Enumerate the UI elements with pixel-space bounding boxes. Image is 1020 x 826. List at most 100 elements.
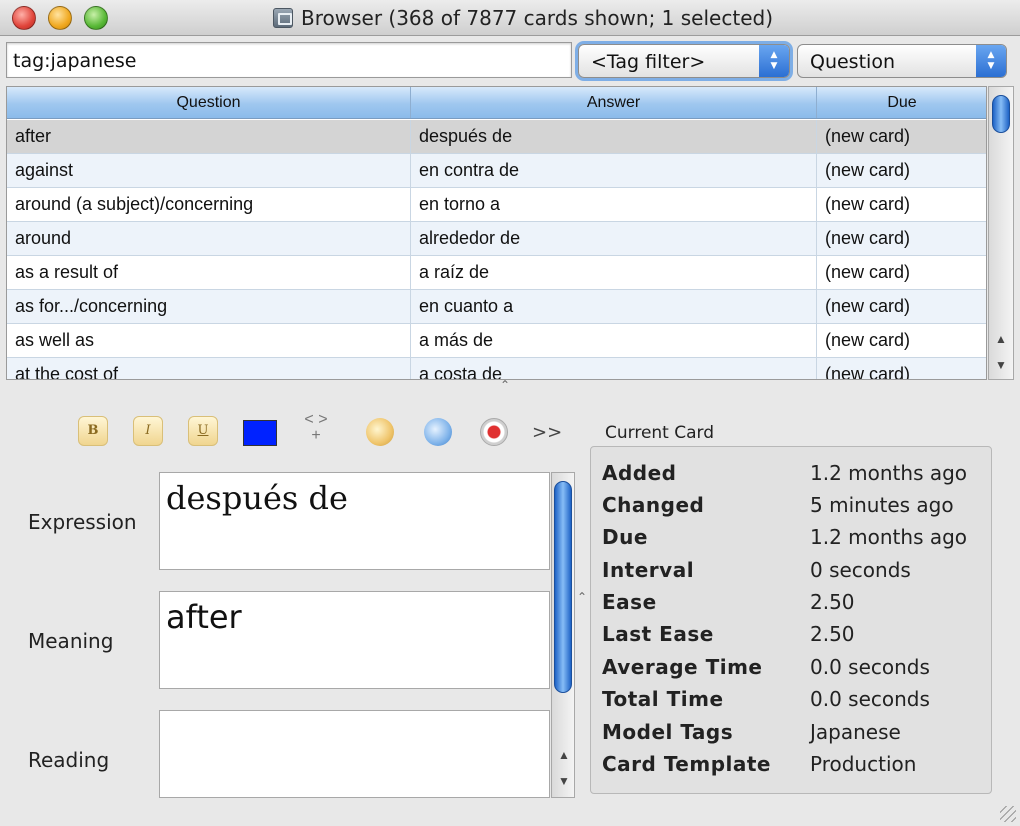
column-header-answer[interactable]: Answer	[411, 87, 817, 118]
cell-due: (new card)	[817, 120, 986, 153]
current-card-title: Current Card	[605, 423, 715, 443]
cell-answer: alrededor de	[411, 222, 817, 255]
card-info-key: Interval	[602, 558, 695, 582]
browser-app-icon	[273, 8, 293, 28]
more-tools-button[interactable]: >>	[532, 422, 562, 443]
attach-media-icon[interactable]	[424, 418, 452, 446]
column-header-question[interactable]: Question	[7, 87, 411, 118]
cell-due: (new card)	[817, 358, 986, 379]
table-scrollbar[interactable]: ▲ ▼	[988, 86, 1014, 380]
record-audio-icon[interactable]	[480, 418, 508, 446]
title-bar: Browser (368 of 7877 cards shown; 1 sele…	[0, 0, 1020, 36]
card-info-key: Last Ease	[602, 622, 714, 646]
pane-splitter-icon[interactable]: ⌃	[500, 378, 510, 392]
card-info-key: Card Template	[602, 752, 771, 776]
field-label-expression: Expression	[28, 510, 137, 534]
scroll-up-arrow-icon[interactable]: ▲	[989, 329, 1013, 349]
card-info-value: 2.50	[810, 590, 855, 614]
scroll-down-arrow-icon[interactable]: ▼	[552, 771, 576, 791]
card-info-value: 2.50	[810, 622, 855, 646]
updown-arrows-icon: ▲ ▼	[759, 45, 789, 77]
palette-icon[interactable]	[366, 418, 394, 446]
cell-question: after	[7, 120, 411, 153]
cell-answer: después de	[411, 120, 817, 153]
scroll-down-arrow-icon[interactable]: ▼	[989, 355, 1013, 375]
card-info-row: Due 1.2 months ago	[602, 525, 992, 557]
editor-toolbar: B I U < > + >>	[68, 408, 578, 458]
bold-button[interactable]: B	[78, 416, 108, 446]
fields-scroll-thumb[interactable]	[554, 481, 572, 693]
card-info-row: Added 1.2 months ago	[602, 461, 992, 493]
cell-answer: a costa de	[411, 358, 817, 379]
card-info-key: Due	[602, 525, 648, 549]
cell-answer: en torno a	[411, 188, 817, 221]
italic-button[interactable]: I	[133, 416, 163, 446]
card-info-key: Model Tags	[602, 720, 734, 744]
cell-question: as well as	[7, 324, 411, 357]
cell-due: (new card)	[817, 222, 986, 255]
card-info-key: Total Time	[602, 687, 724, 711]
cell-due: (new card)	[817, 290, 986, 323]
table-row[interactable]: after después de (new card)	[7, 120, 986, 154]
column-header-due[interactable]: Due	[817, 87, 986, 118]
scroll-up-arrow-icon[interactable]: ▲	[552, 745, 576, 765]
card-info-row: Changed 5 minutes ago	[602, 493, 992, 525]
cell-answer: a más de	[411, 324, 817, 357]
card-info-row: Average Time 0.0 seconds	[602, 655, 992, 687]
field-label-meaning: Meaning	[28, 629, 114, 653]
card-info-row: Model Tags Japanese	[602, 720, 992, 752]
card-info-key: Changed	[602, 493, 705, 517]
card-info-value: 1.2 months ago	[810, 461, 968, 485]
cell-question: against	[7, 154, 411, 187]
field-label-reading: Reading	[28, 748, 110, 772]
cell-question: at the cost of	[7, 358, 411, 379]
updown-arrows-icon: ▲ ▼	[976, 45, 1006, 77]
card-info-key: Ease	[602, 590, 657, 614]
expression-field[interactable]: después de	[159, 472, 550, 570]
cell-question: as a result of	[7, 256, 411, 289]
cell-due: (new card)	[817, 324, 986, 357]
html-edit-button[interactable]: < > +	[296, 412, 336, 444]
table-row[interactable]: as for.../concerning en cuanto a (new ca…	[7, 290, 986, 324]
card-info-row: Last Ease 2.50	[602, 622, 992, 654]
card-info-key: Average Time	[602, 655, 763, 679]
tag-filter-select[interactable]: <Tag filter> ▲ ▼	[578, 44, 790, 78]
card-info-value: 5 minutes ago	[810, 493, 954, 517]
tag-filter-value: <Tag filter>	[591, 51, 706, 73]
reading-field[interactable]	[159, 710, 550, 798]
cell-answer: en cuanto a	[411, 290, 817, 323]
reading-field-value	[160, 711, 549, 723]
card-info-value: Production	[810, 752, 917, 776]
cell-due: (new card)	[817, 188, 986, 221]
text-color-button[interactable]	[243, 420, 277, 446]
search-input[interactable]: tag:japanese	[6, 42, 572, 78]
card-info-row: Ease 2.50	[602, 590, 992, 622]
cell-question: around (a subject)/concerning	[7, 188, 411, 221]
meaning-field[interactable]: after	[159, 591, 550, 689]
field-filter-select[interactable]: Question ▲ ▼	[797, 44, 1007, 78]
cell-due: (new card)	[817, 154, 986, 187]
title-wrap: Browser (368 of 7877 cards shown; 1 sele…	[0, 0, 1020, 36]
fields-splitter-icon[interactable]: ⌃	[577, 590, 587, 604]
table-row[interactable]: against en contra de (new card)	[7, 154, 986, 188]
table-row[interactable]: around alrededor de (new card)	[7, 222, 986, 256]
table-row[interactable]: around (a subject)/concerning en torno a…	[7, 188, 986, 222]
table-row[interactable]: at the cost of a costa de (new card)	[7, 358, 986, 379]
card-info-value: 0 seconds	[810, 558, 911, 582]
html-edit-icon: < >	[304, 411, 328, 428]
cell-question: as for.../concerning	[7, 290, 411, 323]
table-scroll-thumb[interactable]	[992, 95, 1010, 133]
card-info-row: Interval 0 seconds	[602, 558, 992, 590]
fields-scrollbar[interactable]: ▲ ▼	[551, 472, 575, 798]
table-row[interactable]: as well as a más de (new card)	[7, 324, 986, 358]
cell-question: around	[7, 222, 411, 255]
html-plus-icon: +	[311, 427, 321, 444]
underline-button[interactable]: U	[188, 416, 218, 446]
cards-table: Question Answer Due after después de (ne…	[6, 86, 987, 380]
resize-grip-icon[interactable]	[1000, 806, 1016, 822]
card-info-value: Japanese	[810, 720, 901, 744]
card-info-row: Total Time 0.0 seconds	[602, 687, 992, 719]
expression-field-value: después de	[166, 479, 348, 517]
table-row[interactable]: as a result of a raíz de (new card)	[7, 256, 986, 290]
meaning-field-value: after	[166, 598, 242, 636]
